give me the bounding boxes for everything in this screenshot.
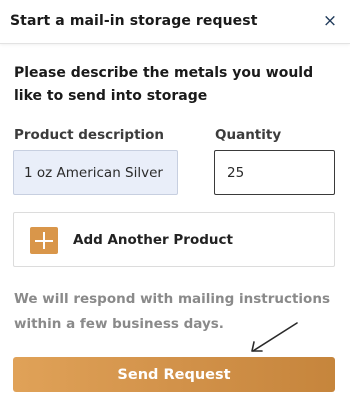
quantity-input[interactable] bbox=[214, 150, 335, 195]
modal-title: Start a mail-in storage request bbox=[10, 13, 258, 29]
product-description-label: Product description bbox=[14, 127, 165, 143]
intro-text: Please describe the metals you would lik… bbox=[14, 65, 314, 104]
add-another-product-button[interactable]: Add Another Product bbox=[13, 212, 335, 267]
modal-header: Start a mail-in storage request × bbox=[0, 0, 350, 44]
add-another-product-label: Add Another Product bbox=[73, 232, 233, 248]
arrow-icon bbox=[251, 322, 298, 352]
product-description-input[interactable] bbox=[13, 150, 178, 195]
plus-icon bbox=[30, 227, 58, 254]
close-icon[interactable]: × bbox=[320, 10, 340, 32]
send-request-button[interactable]: Send Request bbox=[13, 357, 335, 392]
storage-request-modal: Start a mail-in storage request × Please… bbox=[0, 0, 350, 406]
quantity-label: Quantity bbox=[215, 127, 282, 143]
